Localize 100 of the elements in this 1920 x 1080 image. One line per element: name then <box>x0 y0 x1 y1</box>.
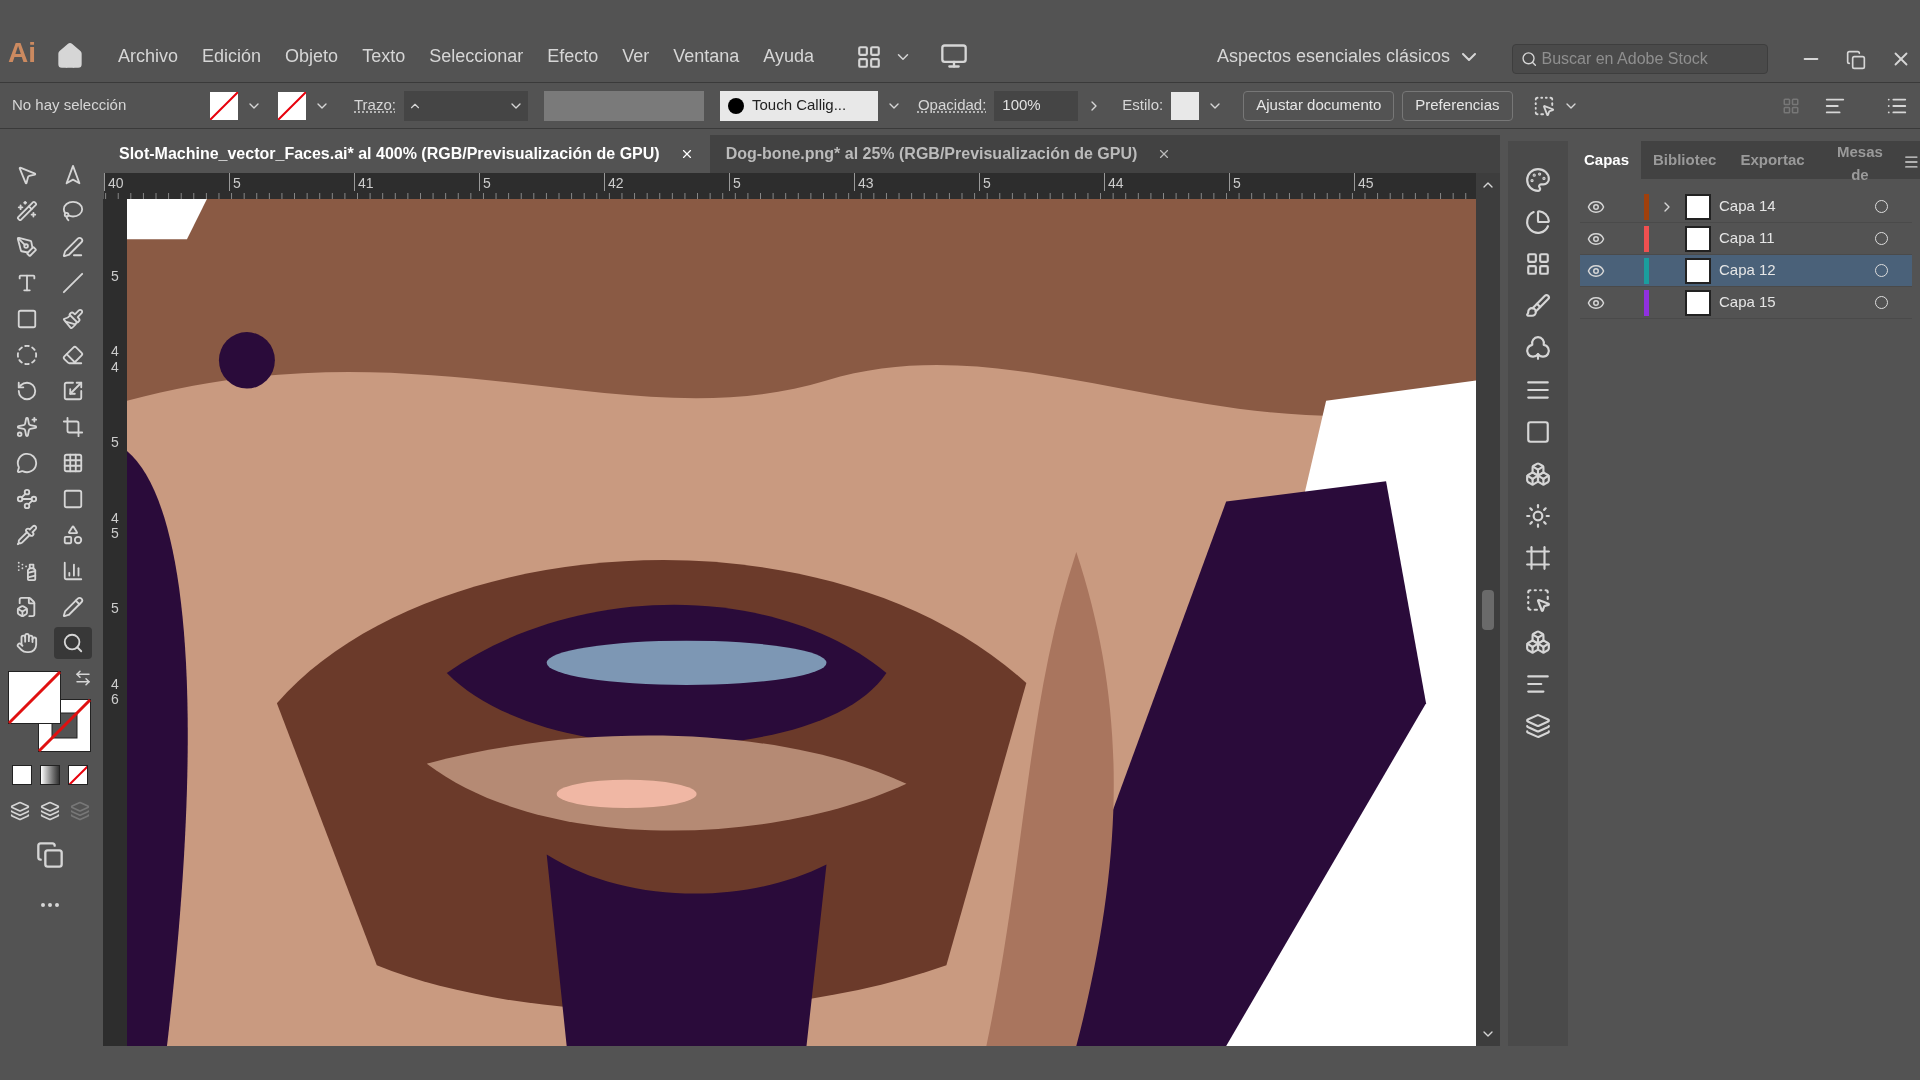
lasso-icon <box>62 200 84 222</box>
stroke-label: Trazo: <box>354 95 396 116</box>
mesh-icon <box>16 488 38 510</box>
pen-tool-icon <box>16 236 38 258</box>
layout-icon[interactable] <box>856 44 883 70</box>
layer-row[interactable]: Capa 15 <box>1580 287 1912 319</box>
magic-wand-icon <box>16 200 38 222</box>
transform-icon[interactable] <box>1525 587 1551 613</box>
control-button[interactable]: Preferencias <box>1402 90 1513 121</box>
ruler-label: 5 <box>111 435 119 451</box>
layers-icon[interactable] <box>1525 713 1551 739</box>
menu-item[interactable]: Seleccionar <box>423 39 530 74</box>
chevron-down-icon <box>1462 52 1476 61</box>
panel-tab[interactable]: Bibliotec <box>1641 141 1729 179</box>
selection-status: No hay selección <box>12 95 128 116</box>
menu-item[interactable]: Edición <box>196 39 268 74</box>
fill-swatch[interactable] <box>210 91 238 120</box>
type-tool-icon <box>16 272 38 294</box>
cube-icon[interactable] <box>1525 629 1551 655</box>
layer-thumbnail <box>1685 193 1711 220</box>
search-icon <box>62 632 84 654</box>
layer-thumbnail <box>1685 289 1711 316</box>
document-tab[interactable]: Slot-Machine_vector_Faces.ai* al 400% (RGB/Previsualización de GPU) <box>103 135 710 173</box>
stroke-weight-field[interactable] <box>403 90 528 121</box>
panel-menu-icon[interactable] <box>1903 153 1920 171</box>
scale-icon <box>62 380 84 402</box>
panel-tab[interactable]: Mesas de <box>1816 141 1904 179</box>
eraser-icon <box>62 344 84 366</box>
touch-workspace-icon[interactable] <box>940 42 969 70</box>
layer-row[interactable]: Capa 12 <box>1580 255 1912 287</box>
slice-icon <box>62 596 84 618</box>
menu-item[interactable]: Ver <box>616 39 656 74</box>
draw-normal-icon[interactable] <box>10 801 30 821</box>
perspective-grid-icon <box>62 452 84 474</box>
ruler-label: 46 <box>111 676 119 708</box>
screen-mode-icon[interactable] <box>36 841 64 869</box>
artboard-icon <box>16 596 38 618</box>
stroke-swatch[interactable] <box>278 91 306 120</box>
panel-tab[interactable]: Exportac <box>1728 141 1817 179</box>
layer-name: Capa 15 <box>1719 292 1777 313</box>
ruler-label: 5 <box>111 601 119 617</box>
sun-icon[interactable] <box>1525 503 1551 529</box>
shape-builder-icon <box>16 452 38 474</box>
free-transform-icon <box>62 416 84 438</box>
opacity-label: Opacidad: <box>917 95 987 116</box>
line-tool-icon <box>62 272 84 294</box>
home-icon[interactable] <box>56 42 84 70</box>
grid-icon[interactable] <box>1525 251 1551 277</box>
menu-item[interactable]: Texto <box>356 39 412 74</box>
ruler-label: 44 <box>111 344 119 376</box>
graph-icon <box>62 560 84 582</box>
layer-name: Capa 11 <box>1719 228 1776 249</box>
control-button[interactable]: Ajustar documento <box>1243 90 1395 121</box>
palette-icon[interactable] <box>1525 167 1551 193</box>
restore-icon[interactable] <box>1846 50 1866 70</box>
workspace-switcher[interactable]: Aspectos esenciales clásicos <box>1208 39 1484 74</box>
swap-icon[interactable] <box>74 669 92 687</box>
menu-item[interactable]: Archivo <box>112 39 185 74</box>
search-field[interactable]: Buscar en Adobe Stock <box>1512 44 1768 74</box>
rotate-icon <box>16 380 38 402</box>
opacity-field[interactable]: 100% <box>994 90 1079 121</box>
layer-thumbnail <box>1685 225 1711 252</box>
eyedropper-icon <box>16 524 38 546</box>
layer-thumbnail <box>1685 257 1711 284</box>
curvature-pen-icon <box>62 236 84 258</box>
ruler-label: 45 <box>111 510 119 542</box>
search-icon <box>1521 50 1538 68</box>
ruler-label: 5 <box>111 269 119 285</box>
document-tab[interactable]: Dog-bone.png* al 25% (RGB/Previsualización de GPU) <box>709 135 1188 173</box>
fill-stroke-swatch-drawing[interactable] <box>8 671 92 753</box>
layer-row[interactable]: Capa 14 <box>1580 191 1912 223</box>
paintbrush-icon <box>62 308 84 330</box>
rectangle-tool-icon <box>16 308 38 330</box>
menu-item[interactable]: Efecto <box>541 39 605 74</box>
search-tool[interactable] <box>54 627 92 659</box>
gradient-mode-button[interactable] <box>40 765 60 785</box>
square-icon[interactable] <box>1525 419 1551 445</box>
none-mode-button[interactable] <box>68 765 88 785</box>
club-icon[interactable] <box>1525 335 1551 361</box>
symbol-sprayer-icon <box>16 560 38 582</box>
style-label: Estilo: <box>1122 95 1164 116</box>
brush-dropdown[interactable]: Touch Callig... <box>719 90 878 121</box>
hand-icon <box>16 632 38 654</box>
scroll-thumb[interactable] <box>1482 589 1494 630</box>
menu-item[interactable]: Ayuda <box>757 39 821 74</box>
app-logo: Ai <box>8 36 37 70</box>
style-swatch[interactable] <box>1171 91 1200 120</box>
blend-icon <box>62 524 84 546</box>
frame-icon[interactable] <box>1525 545 1551 571</box>
panel-tab[interactable]: Capas <box>1572 141 1642 179</box>
search-input[interactable]: Buscar en Adobe Stock <box>1541 47 1759 71</box>
draw-behind-icon[interactable] <box>40 801 60 821</box>
menu-item[interactable]: Ventana <box>667 39 746 74</box>
select-similar-icon[interactable] <box>1532 94 1555 117</box>
layer-name: Capa 14 <box>1719 196 1777 217</box>
vertical-scrollbar[interactable] <box>1476 173 1500 1046</box>
brushes-icon[interactable] <box>1525 293 1551 319</box>
layer-name: Capa 12 <box>1719 260 1777 281</box>
menu-item[interactable]: Objeto <box>279 39 345 74</box>
color-mode-button[interactable] <box>12 765 32 785</box>
